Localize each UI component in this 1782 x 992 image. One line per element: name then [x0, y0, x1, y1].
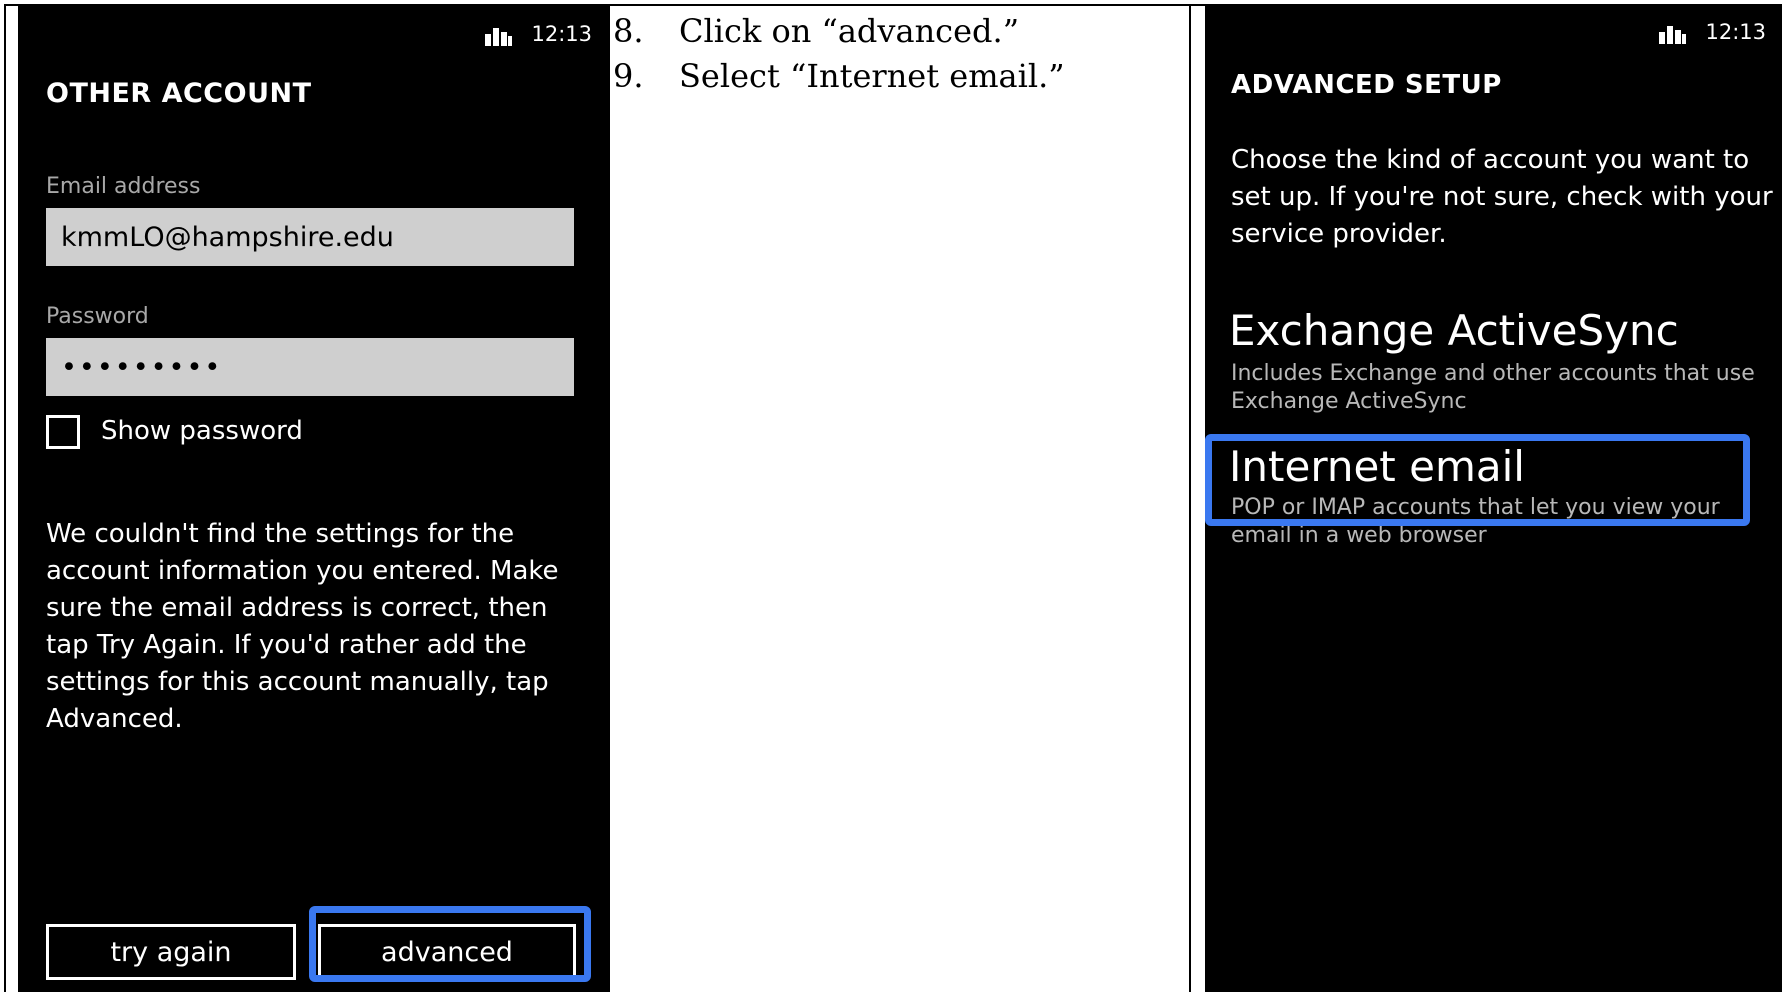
password-value: •••••••••: [61, 351, 223, 383]
instruction-step: 8. Click on “advanced.”: [613, 8, 1065, 53]
document-frame: 12:13 OTHER ACCOUNT Email address kmmLO@…: [0, 0, 1782, 992]
email-field[interactable]: kmmLO@hampshire.edu: [46, 208, 574, 266]
step-text: Select “Internet email.”: [679, 56, 1065, 95]
table-border-middle: [1189, 4, 1191, 992]
status-time: 12:13: [531, 22, 592, 46]
instruction-step: 9. Select “Internet email.”: [613, 53, 1065, 98]
try-again-button[interactable]: try again: [46, 924, 296, 980]
email-label: Email address: [46, 174, 201, 199]
battery-icon: [1659, 25, 1687, 44]
setup-description: Choose the kind of account you want to s…: [1231, 145, 1773, 249]
status-bar: 12:13: [1659, 20, 1766, 44]
page-title: OTHER ACCOUNT: [46, 78, 312, 109]
show-password-label: Show password: [101, 416, 303, 446]
show-password-checkbox[interactable]: [46, 415, 80, 449]
status-time: 12:13: [1705, 20, 1766, 44]
page-title: ADVANCED SETUP: [1231, 70, 1502, 100]
instruction-steps: 8. Click on “advanced.” 9. Select “Inter…: [613, 8, 1065, 98]
password-label: Password: [46, 304, 149, 329]
status-bar: 12:13: [485, 22, 592, 46]
step-number: 9.: [613, 56, 644, 95]
battery-icon: [485, 27, 513, 46]
error-message: We couldn't find the settings for the ac…: [46, 519, 559, 734]
table-border-left: [4, 4, 6, 992]
advanced-highlight-box: [309, 906, 591, 982]
phone-screen-other-account: 12:13 OTHER ACCOUNT Email address kmmLO@…: [18, 6, 610, 992]
option-title: Exchange ActiveSync: [1229, 306, 1679, 355]
step-text: Click on “advanced.”: [679, 11, 1020, 50]
option-subtitle: Includes Exchange and other accounts tha…: [1231, 361, 1755, 414]
try-again-label: try again: [110, 936, 232, 968]
password-field[interactable]: •••••••••: [46, 338, 574, 396]
email-value: kmmLO@hampshire.edu: [61, 221, 394, 253]
step-number: 8.: [613, 11, 644, 50]
internet-email-highlight-box: [1205, 434, 1750, 526]
